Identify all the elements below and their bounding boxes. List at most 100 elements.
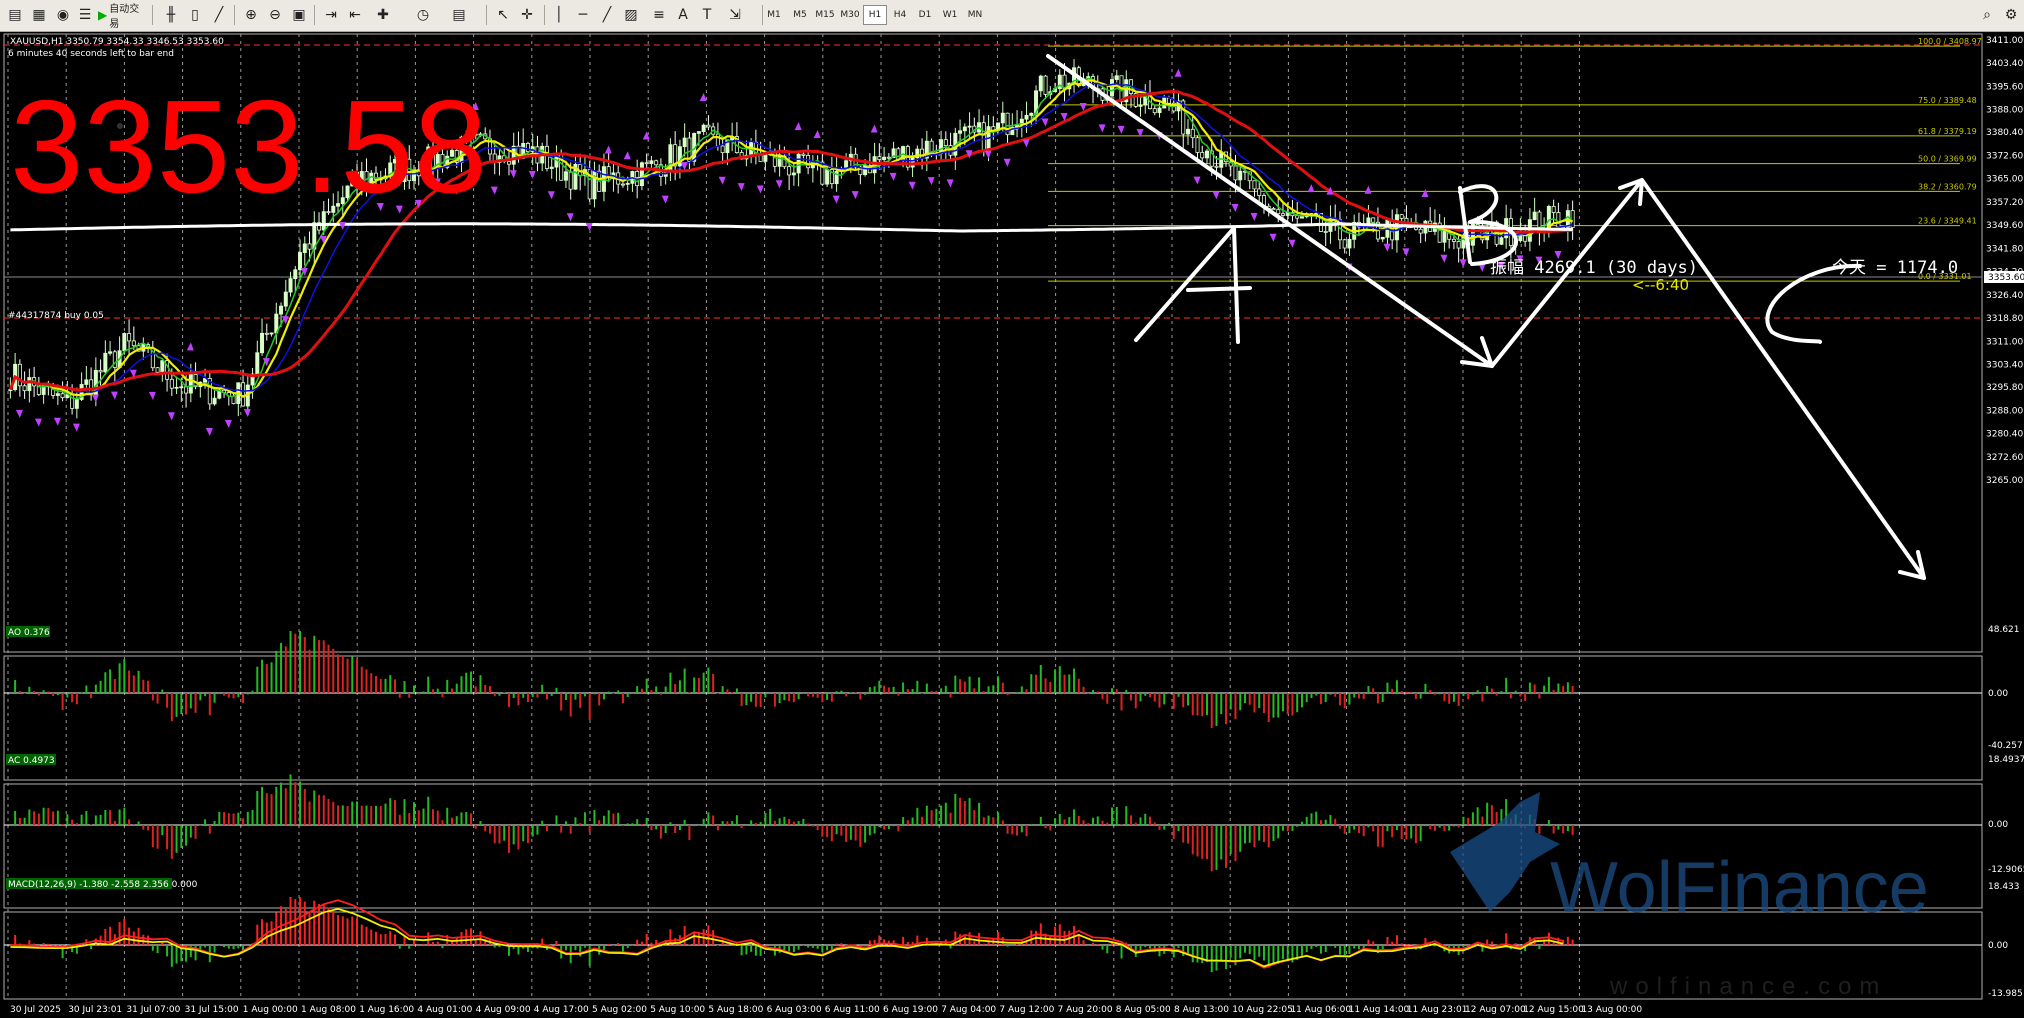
line-chart-icon[interactable]: ╱ [208,5,230,25]
chart-shift-icon[interactable]: ⇤ [344,5,366,25]
cursor-icon[interactable]: ↖ [492,5,514,25]
candle-body [920,148,925,159]
auto-scroll-icon[interactable]: ⇥ [320,5,342,25]
timeframe-mn[interactable]: MN [963,5,987,25]
fractal-marker [1250,213,1258,222]
fractal-marker [91,394,99,403]
timeframe-w1[interactable]: W1 [938,5,962,25]
fractal-marker [813,130,821,139]
time-tick: 5 Aug 10:00 [650,1005,705,1015]
candle-body [1295,215,1300,219]
candles-icon[interactable]: ▯ [184,5,206,25]
time-tick: 1 Aug 00:00 [243,1005,298,1015]
candle-body [298,252,303,271]
fib-level-label: 38.2 / 3360.79 [1918,182,1977,191]
watermark-url: wolfinance.com [1609,973,1887,1000]
crosshair-icon[interactable]: ✛ [516,5,538,25]
label-icon[interactable]: T [696,5,718,25]
price-tick: 3303.40 [1986,360,2023,370]
horizontal-line-icon[interactable]: ─ [572,5,594,25]
timeframe-m5[interactable]: M5 [788,5,812,25]
fractal-marker [661,195,669,204]
settings-icon[interactable]: ⚙ [2000,5,2022,25]
wolf-logo-icon [1450,792,1560,912]
watermark-brand: WolFinance [1550,848,1929,928]
text-icon[interactable]: A [672,5,694,25]
timeframe-d1[interactable]: D1 [913,5,937,25]
market-watch-icon[interactable]: ☰ [74,5,96,25]
zoom-out-icon[interactable]: ⊖ [264,5,286,25]
time-tick: 6 Aug 11:00 [825,1005,880,1015]
candle-body [174,386,179,389]
fractal-marker [623,151,631,160]
time-axis[interactable]: 30 Jul 2025 30 Jul 23:01 31 Jul 07:00 31 Ju… [10,1005,1642,1015]
candle-body [1195,137,1200,153]
candle-body [293,269,298,280]
candle-body [179,386,184,389]
fib-level-label: 75.0 / 3389.48 [1918,96,1977,105]
price-dot [117,123,123,129]
zoom-in-icon[interactable]: ⊕ [240,5,262,25]
new-chart-icon[interactable]: ▤ [4,5,26,25]
candle-body [806,154,811,169]
price-tick: 3280.40 [1986,430,2023,440]
channel-icon[interactable]: ▨ [620,5,642,25]
fractal-marker [110,391,118,400]
price-tick: 3380.40 [1986,128,2023,138]
candle-body [1185,128,1190,135]
candle-body [511,145,516,165]
search-icon[interactable]: ⌕ [1976,5,1998,25]
timeframe-m15[interactable]: M15 [813,5,837,25]
candle-body [682,137,687,148]
candle-body [103,352,108,373]
profiles-icon[interactable]: ▦ [28,5,50,25]
macd-main-line [10,907,1564,968]
tile-windows-icon[interactable]: ▣ [288,5,310,25]
time-tick: 30 Jul 23:01 [68,1005,122,1015]
fractal-marker [832,195,840,204]
candle-body [620,183,625,186]
shapes-icon[interactable]: ⇲ [724,5,746,25]
candle-body [1442,230,1447,243]
time-tick: 7 Aug 04:00 [941,1005,996,1015]
fractal-marker [1269,233,1277,242]
periods-icon[interactable]: ◷ [412,5,434,25]
candle-body [160,360,165,373]
price-tick: 3265.00 [1986,476,2023,486]
candle-body [1238,170,1243,181]
candle-body [184,386,189,394]
auto-trade-button[interactable]: ▶ 自动交易 [98,4,146,30]
trendline-icon[interactable]: ╱ [596,5,618,25]
fractal-marker [224,420,232,429]
candle-body [231,395,236,404]
vertical-line-icon[interactable]: │ [548,5,570,25]
timeframe-m30[interactable]: M30 [838,5,862,25]
candle-body [127,333,132,342]
indicators-icon[interactable]: ✚ [372,5,394,25]
candle-body [1204,150,1209,159]
price-tick: 3388.00 [1986,105,2023,115]
timeframe-h4[interactable]: H4 [888,5,912,25]
fractal-marker [528,170,536,179]
fractal-marker [1440,254,1448,263]
candle-body [260,332,265,354]
navigator-icon[interactable]: ◉ [52,5,74,25]
candle-body [1280,213,1285,216]
timeframe-h1[interactable]: H1 [863,5,887,25]
ao-scale-top: 48.621 [1988,625,2020,635]
fractal-marker [148,391,156,400]
time-tick: 5 Aug 18:00 [708,1005,763,1015]
bar-chart-icon[interactable]: ╫ [160,5,182,25]
templates-icon[interactable]: ▤ [448,5,470,25]
price-axis[interactable]: 3411.00 3403.40 3395.60 3388.00 3380.40 3372.… [1986,36,2023,486]
candle-body [1000,112,1005,124]
price-chart[interactable]: 100.0 / 3408.97 75.0 / 3389.48 61.8 / 3379… [0,32,2024,1018]
price-tick: 3395.60 [1986,82,2023,92]
timeframe-m1[interactable]: M1 [762,5,786,25]
candle-body [108,351,113,354]
fibonacci-icon[interactable]: ≡ [648,5,670,25]
time-tick: 11 Aug 23:01 [1407,1005,1468,1015]
candle-body [307,243,312,250]
candle-body [1233,165,1238,181]
candle-body [1323,231,1328,233]
